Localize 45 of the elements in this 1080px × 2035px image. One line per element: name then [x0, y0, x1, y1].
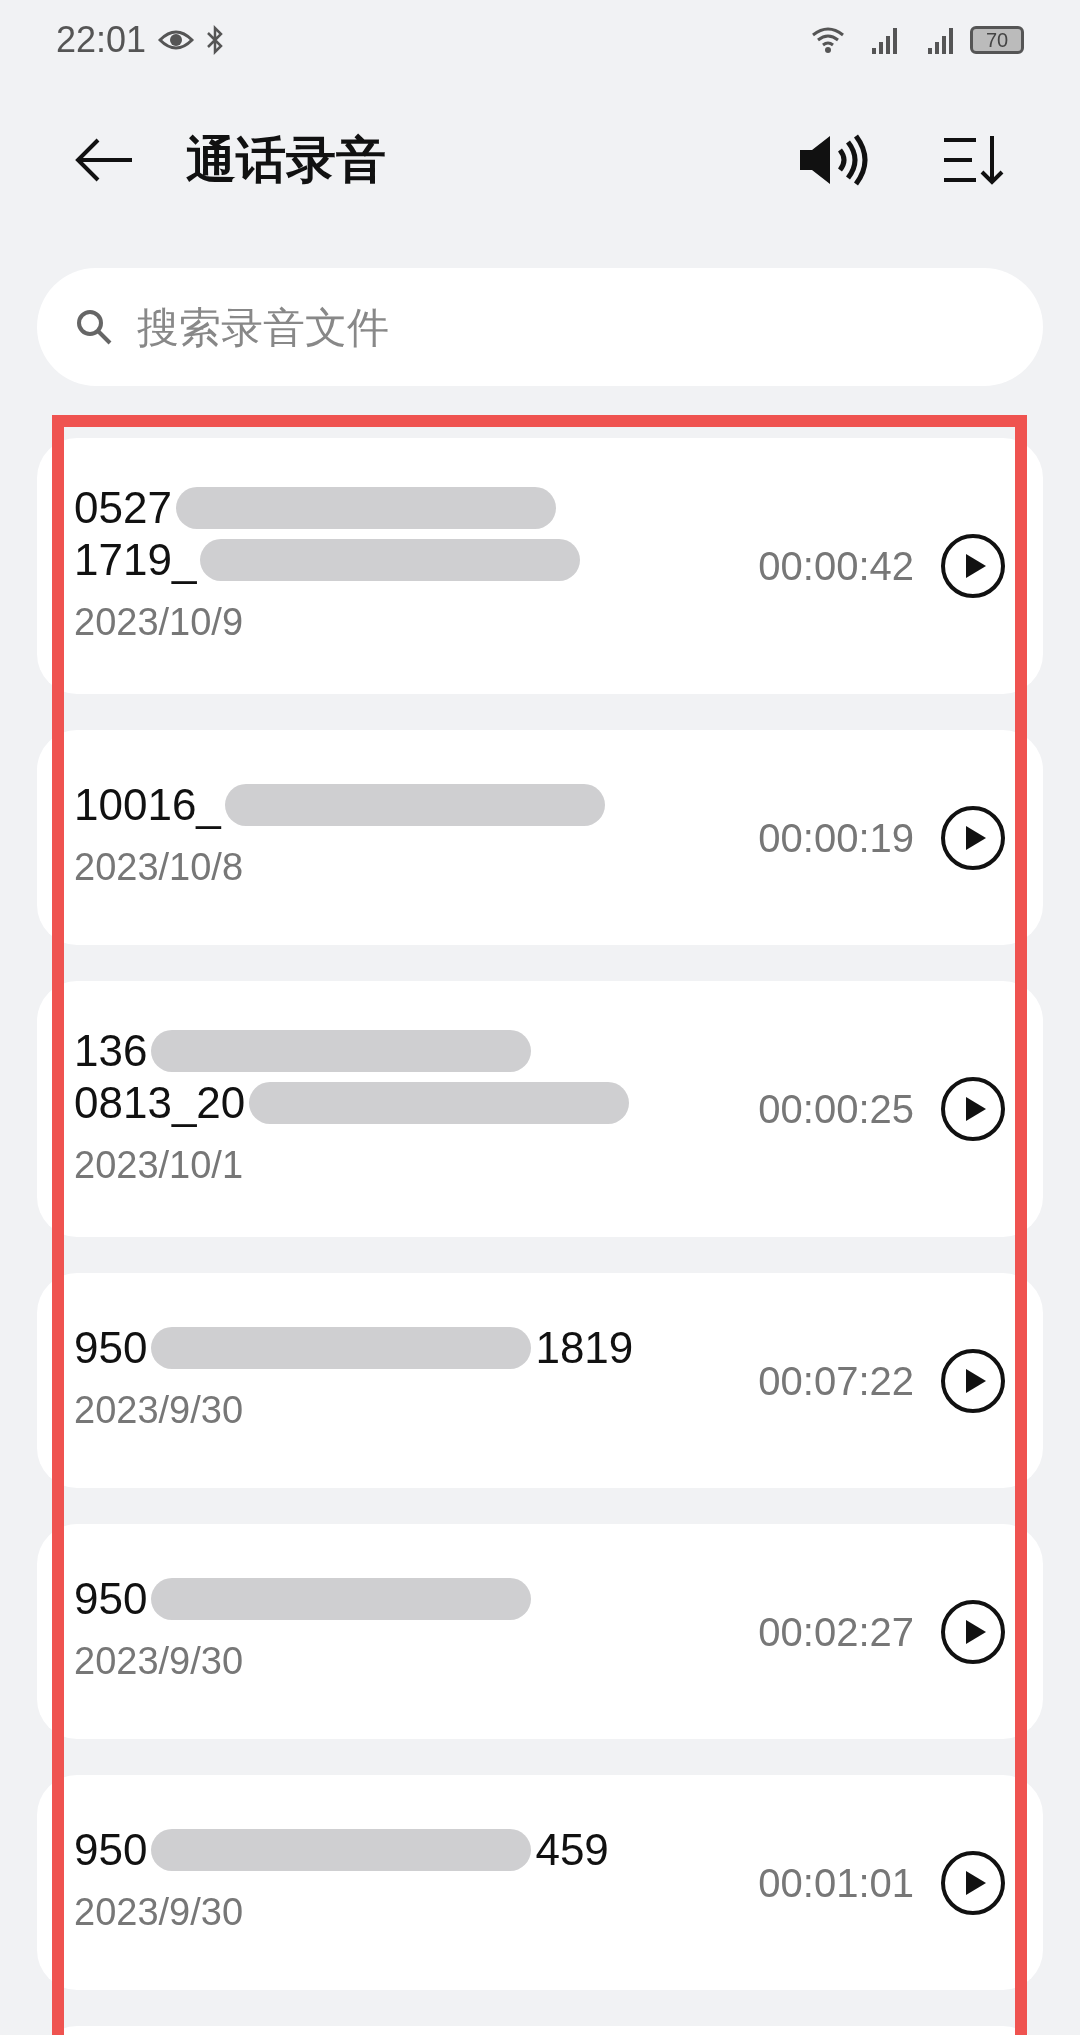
sort-icon[interactable] — [942, 134, 1006, 186]
recording-duration: 00:02:27 — [758, 1608, 914, 1656]
eye-icon — [158, 28, 195, 52]
play-icon[interactable] — [940, 1849, 1006, 1916]
recording-name: 459 — [535, 1824, 609, 1876]
recording-date: 2023/10/1 — [74, 1142, 245, 1188]
recording-duration: 00:07:22 — [758, 1357, 914, 1405]
recording-card[interactable]: 136 0813_20 2023/10/1 00:00:25 — [37, 981, 1043, 1237]
play-icon[interactable] — [940, 533, 1006, 599]
recording-name: 950 — [74, 1573, 148, 1625]
recording-date: 2023/9/30 — [74, 1388, 245, 1433]
search-icon — [75, 308, 113, 346]
play-icon[interactable] — [940, 804, 1006, 871]
play-icon[interactable] — [940, 1076, 1006, 1142]
search-input[interactable]: 搜索录音文件 — [137, 295, 1005, 359]
page-title: 通话录音 — [186, 130, 387, 190]
recording-name: 1719_ — [74, 533, 197, 586]
recording-card[interactable]: 0527 1719_ 2023/10/9 00:00:42 — [37, 438, 1043, 694]
battery-indicator: 70 — [970, 26, 1024, 54]
recording-duration: 00:01:01 — [758, 1859, 914, 1907]
recording-date: 2023/9/30 — [74, 1890, 245, 1935]
play-icon[interactable] — [940, 1347, 1006, 1414]
recording-card[interactable]: 950 2023/9/30 00:02:27 — [37, 1524, 1043, 1739]
recording-name: 950 — [74, 1322, 148, 1374]
recording-duration: 00:00:42 — [758, 543, 914, 590]
recording-card[interactable]: 950 459 2023/9/30 00:01:01 — [37, 1775, 1043, 1990]
recording-name: 950 — [74, 1824, 148, 1876]
recording-date: 2023/9/30 — [74, 1639, 245, 1684]
recording-card[interactable]: 950 1819 2023/9/30 00:07:22 — [37, 1273, 1043, 1488]
recording-date: 2023/10/8 — [74, 845, 245, 890]
recording-date: 2023/10/9 — [74, 599, 245, 645]
recording-duration: 00:00:19 — [758, 814, 914, 862]
recording-card[interactable]: 10016_ 2023/10/8 00:00:19 — [37, 730, 1043, 945]
back-arrow-icon[interactable] — [74, 138, 134, 182]
play-icon[interactable] — [940, 1598, 1006, 1665]
recording-name: 1819 — [535, 1322, 634, 1374]
bluetooth-icon — [206, 25, 225, 55]
recording-name: 0813_20 — [74, 1076, 246, 1129]
search-field[interactable]: 搜索录音文件 — [37, 268, 1043, 386]
clock-time: 22:01 — [56, 18, 147, 62]
wifi-icon — [810, 25, 846, 55]
recording-name: 0527 — [74, 481, 172, 534]
recording-duration: 00:00:25 — [758, 1086, 914, 1133]
recording-name: 136 — [74, 1024, 148, 1077]
recording-name: 10016_ — [74, 779, 221, 831]
